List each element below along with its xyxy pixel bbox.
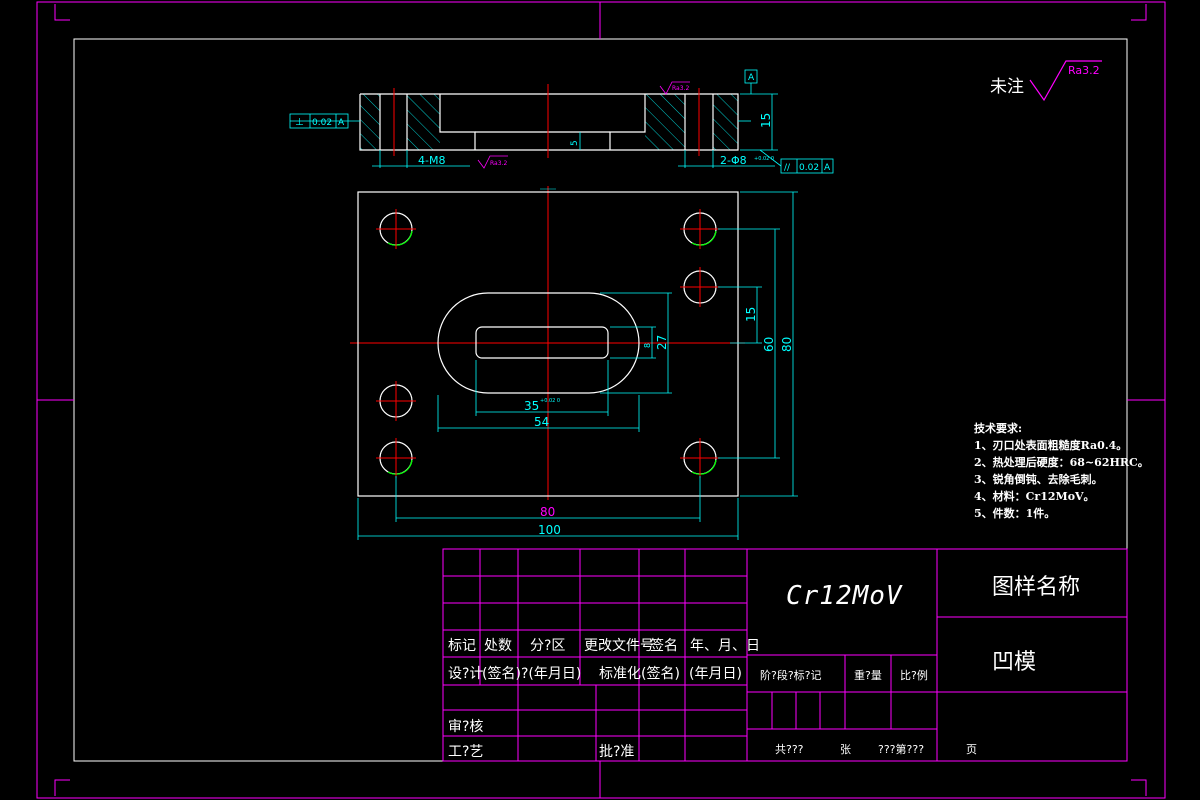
parallelism-frame: // 0.02 A (780, 158, 834, 174)
side-hole-offset-dim: 15 (744, 307, 758, 322)
tech-requirement-item: 2、热处理后硬度：68~62HRC。 (974, 456, 1149, 469)
thickness-dim: 15 (759, 113, 773, 128)
hole-spacing-x-dim: 80 (540, 505, 555, 519)
tb-header-date: 年、月、日 (690, 638, 760, 654)
tb-header-signature: 签名 (650, 638, 678, 654)
pocket-depth-dim: 5 (570, 140, 580, 146)
tb-header-mark: 标记 (448, 638, 476, 654)
svg-text://: // (784, 163, 791, 173)
plan-view: 100 80 54 35 +0.02 0 80 60 15 27 8 (350, 186, 798, 540)
surface-finish-bottom: Ra3.2 (490, 160, 507, 167)
tech-requirements: 技术要求: 1、刃口处表面粗糙度Ra0.4。 2、热处理后硬度：68~62HRC… (974, 420, 1149, 522)
tech-requirements-title: 技术要求: (974, 422, 1023, 435)
overall-height-dim: 80 (780, 337, 794, 352)
perpendicularity-frame: ⊥ 0.02 A (289, 113, 349, 129)
slot-inner-length-dim: 35 (524, 399, 539, 413)
slot-outer-length-dim: 54 (534, 415, 549, 429)
tb-header-zone: 分?区 (530, 638, 566, 654)
tb-sheets-unit: 张 (840, 743, 851, 756)
tb-header-change-doc: 更改文件号 (584, 638, 654, 654)
tb-design-label: 设?计 (448, 666, 484, 682)
hole-spacing-y-dim: 60 (762, 337, 776, 352)
surface-finish-local: Ra3.2 (672, 85, 689, 92)
tb-header-count: 处数 (484, 638, 512, 654)
tb-material: Cr12MoV (786, 581, 903, 611)
overall-width-dim: 100 (538, 523, 561, 537)
tech-requirement-item: 1、刃口处表面粗糙度Ra0.4。 (974, 439, 1128, 452)
tb-standardization-sign: (签名) (641, 666, 680, 682)
slot-inner-width-dim: 8 (643, 343, 652, 348)
svg-text:A: A (824, 163, 831, 173)
svg-text:0.02: 0.02 (799, 163, 819, 173)
roughness-note: 未注 Ra3.2 (990, 60, 1102, 102)
tb-review-label: 审?核 (448, 719, 484, 735)
tb-weight-label: 重?量 (854, 669, 882, 682)
tb-drawing-name-label: 图样名称 (992, 575, 1081, 600)
tech-requirement-item: 5、件数：1件。 (974, 507, 1056, 520)
pin-hole-tolerance: +0.02 0 (754, 156, 774, 162)
svg-text:A: A (338, 118, 345, 128)
tb-approve-label: 批?准 (599, 744, 635, 760)
tech-requirement-item: 3、锐角倒钝、去除毛刺。 (974, 473, 1103, 486)
svg-text:⊥: ⊥ (295, 117, 304, 128)
pin-hole-callout: 2-Φ8 (720, 154, 747, 167)
tech-requirement-item: 4、材料：Cr12MoV。 (974, 490, 1095, 503)
tb-sheets-total: 共??? (775, 743, 804, 756)
svg-text:0.02: 0.02 (312, 118, 332, 128)
roughness-note-prefix: 未注 (990, 77, 1024, 97)
roughness-note-value: Ra3.2 (1068, 64, 1100, 77)
tb-sheet-number: ???第??? (878, 743, 925, 756)
tb-scale-label: 比?例 (900, 669, 928, 682)
thread-callout: 4-M8 (418, 154, 445, 167)
tb-standardization-date: (年月日) (689, 666, 742, 682)
slot-inner-length-tol: +0.02 0 (540, 398, 560, 404)
section-view: 15 5 4-M8 2-Φ8 +0.02 0 Ra3.2 Ra3.2 A ⊥ 0… (289, 69, 834, 174)
tb-part-name: 凹模 (992, 650, 1037, 675)
tb-design-date: ?(年月日) (521, 666, 582, 682)
tb-page-label: 页 (966, 743, 977, 756)
tb-stage-mark-label: 阶?段?标?记 (760, 669, 822, 682)
tb-design-sign: (签名) (482, 666, 521, 682)
datum-label: A (748, 73, 755, 83)
slot-outer-width-dim: 27 (655, 335, 669, 350)
tb-process-label: 工?艺 (448, 744, 484, 760)
tb-standardization-label: 标准化 (599, 666, 641, 682)
